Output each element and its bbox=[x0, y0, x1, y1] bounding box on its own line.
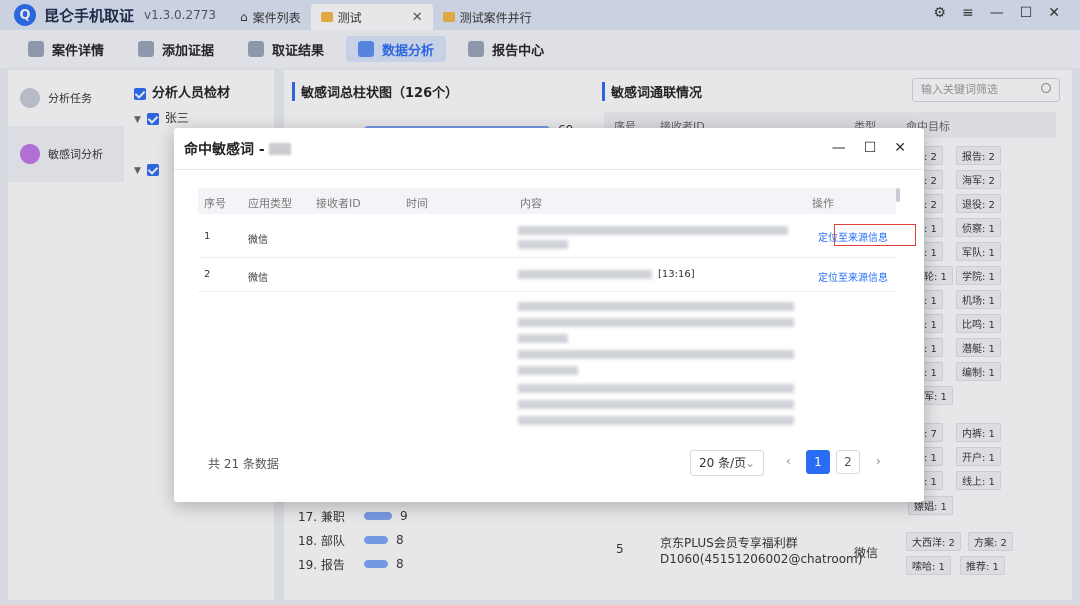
redacted-content bbox=[518, 384, 794, 393]
maximize-icon[interactable]: ☐ bbox=[864, 140, 877, 156]
dialog-header: 命中敏感词 - — ☐ ✕ bbox=[174, 128, 924, 170]
pagination: 共 21 条数据 20 条/页 ⌄ ‹ 1 2 › bbox=[208, 450, 898, 478]
redacted-content bbox=[518, 270, 652, 279]
close-icon[interactable]: ✕ bbox=[894, 140, 906, 156]
redacted-content bbox=[518, 350, 794, 359]
page-1[interactable]: 1 bbox=[806, 450, 830, 474]
table-row[interactable] bbox=[198, 292, 896, 438]
redacted-content bbox=[518, 366, 578, 375]
redacted-name bbox=[268, 142, 291, 155]
redacted-content bbox=[518, 334, 568, 343]
redacted-content bbox=[518, 400, 794, 409]
page-size-select[interactable]: 20 条/页 ⌄ bbox=[690, 450, 764, 476]
highlight-box bbox=[834, 224, 916, 246]
redacted-content bbox=[518, 318, 794, 327]
row-app: 微信 bbox=[248, 273, 268, 284]
row-app: 微信 bbox=[248, 235, 268, 246]
dialog-title: 命中敏感词 - bbox=[184, 141, 265, 158]
row-no: 2 bbox=[204, 269, 211, 280]
chevron-down-icon: ⌄ bbox=[744, 456, 755, 470]
row-time-tag: [13:16] bbox=[658, 269, 695, 280]
dialog-controls: — ☐ ✕ bbox=[832, 140, 906, 156]
col-no: 序号 bbox=[204, 197, 226, 210]
redacted-content bbox=[518, 302, 794, 311]
table-row[interactable]: 2 微信 [13:16] 定位至来源信息 bbox=[198, 258, 896, 292]
col-app: 应用类型 bbox=[248, 197, 292, 210]
redacted-content bbox=[518, 226, 788, 235]
page-size-value: 20 条/页 bbox=[699, 456, 747, 470]
redacted-content bbox=[518, 416, 794, 425]
redacted-content bbox=[518, 240, 568, 249]
page-2[interactable]: 2 bbox=[836, 450, 860, 474]
total-count: 共 21 条数据 bbox=[208, 457, 279, 471]
scrollbar[interactable] bbox=[896, 188, 900, 202]
locate-source-link[interactable]: 定位至来源信息 bbox=[818, 269, 888, 284]
table-row[interactable]: 1 微信 定位至来源信息 bbox=[198, 214, 916, 258]
hit-table-header: 序号 应用类型 接收者ID 时间 内容 操作 bbox=[198, 188, 896, 214]
col-ops: 操作 bbox=[812, 197, 834, 210]
prev-page-icon[interactable]: ‹ bbox=[786, 454, 791, 468]
col-receiver: 接收者ID bbox=[316, 197, 361, 210]
row-no: 1 bbox=[204, 231, 211, 242]
col-content: 内容 bbox=[520, 197, 542, 210]
sensitive-hit-dialog: 命中敏感词 - — ☐ ✕ 序号 应用类型 接收者ID 时间 内容 操作 1 微… bbox=[174, 128, 924, 502]
hit-table: 序号 应用类型 接收者ID 时间 内容 操作 1 微信 定位至来源信息 2 微信… bbox=[198, 188, 916, 438]
next-page-icon[interactable]: › bbox=[876, 454, 881, 468]
col-time: 时间 bbox=[406, 197, 428, 210]
minimize-icon[interactable]: — bbox=[832, 140, 846, 156]
